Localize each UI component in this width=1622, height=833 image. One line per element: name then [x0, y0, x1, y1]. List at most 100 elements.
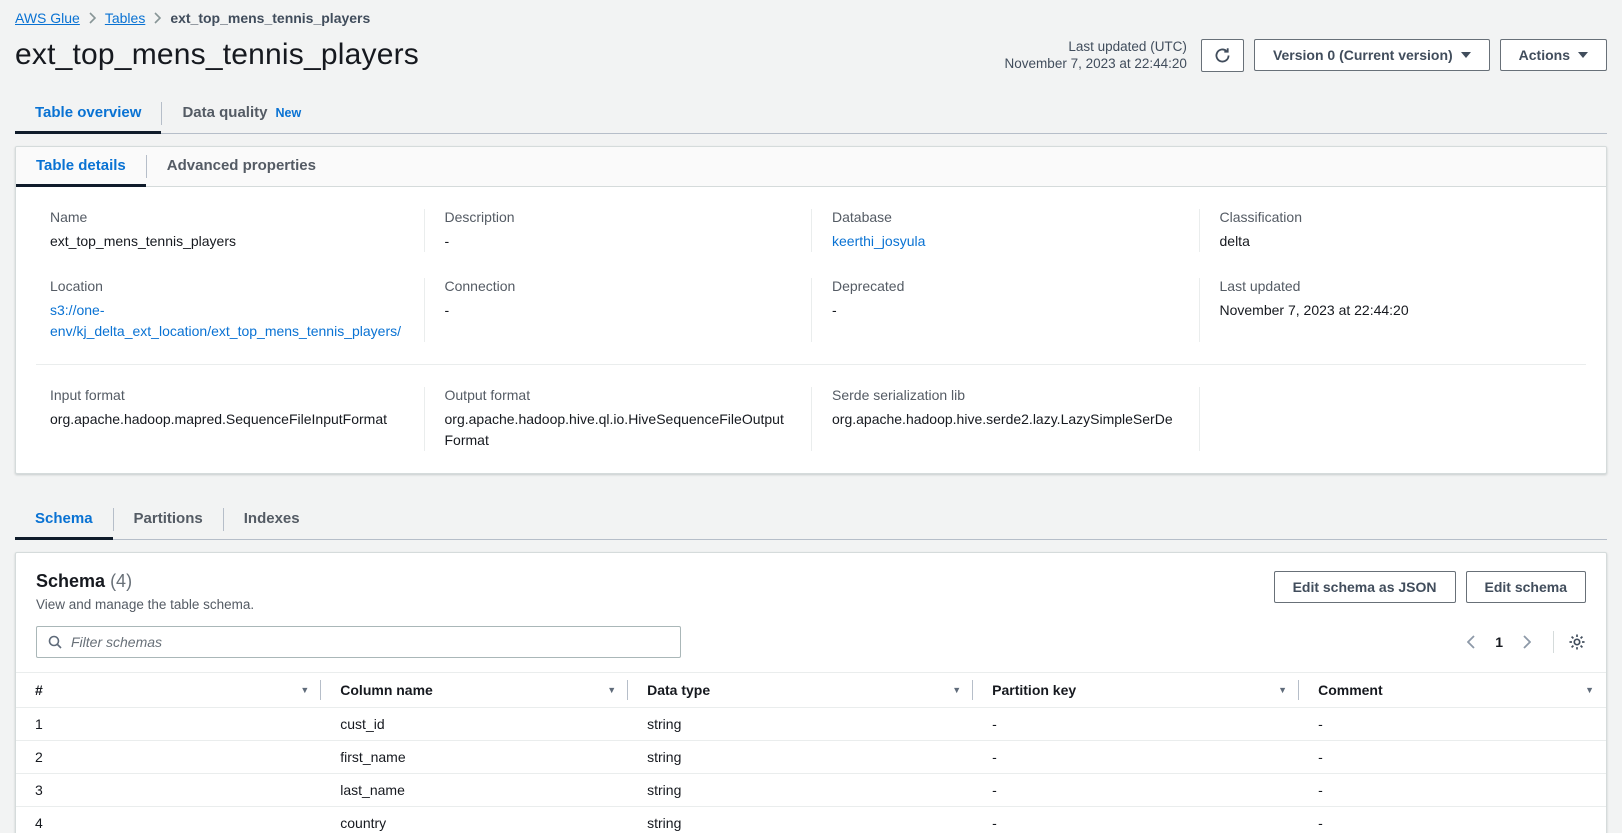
cell-comment: - [1299, 774, 1606, 807]
header-controls: Last updated (UTC) November 7, 2023 at 2… [1005, 38, 1607, 72]
tab-data-quality[interactable]: Data quality New [162, 94, 321, 133]
column-header-label: Comment [1318, 682, 1383, 698]
tab-advanced-properties[interactable]: Advanced properties [147, 147, 336, 186]
field-input-format-value: org.apache.hadoop.mapred.SequenceFileInp… [50, 409, 404, 430]
page-title: ext_top_mens_tennis_players [15, 38, 419, 72]
refresh-button[interactable] [1201, 39, 1244, 72]
tab-data-quality-label: Data quality [182, 104, 267, 121]
schema-tabs: Schema Partitions Indexes [15, 500, 1607, 540]
schema-title: Schema (4) [36, 571, 254, 592]
detail-tabs: Table details Advanced properties [16, 147, 1606, 187]
chevron-right-icon [89, 12, 96, 24]
filter-schemas-input[interactable] [71, 634, 670, 650]
field-last-updated-label: Last updated [1220, 278, 1567, 294]
breadcrumb-link-aws-glue[interactable]: AWS Glue [15, 10, 80, 26]
edit-schema-json-button[interactable]: Edit schema as JSON [1274, 571, 1456, 603]
column-header-label: Data type [647, 682, 710, 698]
field-description-label: Description [445, 209, 792, 225]
pagination: 1 [1459, 631, 1586, 653]
toolbar-divider [1553, 631, 1554, 653]
tab-partitions[interactable]: Partitions [114, 500, 223, 539]
actions-dropdown-label: Actions [1519, 47, 1570, 63]
format-section: Input format org.apache.hadoop.mapred.Se… [16, 365, 1606, 473]
cell-comment: - [1299, 708, 1606, 741]
field-output-format-value: org.apache.hadoop.hive.ql.io.HiveSequenc… [445, 409, 792, 451]
cell-data-type: string [628, 774, 973, 807]
last-updated-label: Last updated (UTC) [1005, 38, 1187, 55]
column-header-column-name: Column name ▼ [321, 673, 628, 708]
field-location-label: Location [50, 278, 404, 294]
cell-comment: - [1299, 807, 1606, 833]
field-name: Name ext_top_mens_tennis_players [36, 209, 424, 252]
cell-data-type: string [628, 741, 973, 774]
table-row: 3 last_name string - - [16, 774, 1606, 807]
actions-dropdown[interactable]: Actions [1500, 39, 1607, 71]
table-row: 1 cust_id string - - [16, 708, 1606, 741]
field-database: Database keerthi_josyula [811, 209, 1199, 252]
new-badge: New [275, 106, 301, 120]
page-number-button[interactable]: 1 [1487, 632, 1511, 652]
field-deprecated: Deprecated - [811, 278, 1199, 342]
location-link[interactable]: s3://one-env/kj_delta_ext_location/ext_t… [50, 302, 401, 339]
field-serde: Serde serialization lib org.apache.hadoo… [811, 387, 1199, 451]
column-header-data-type: Data type ▼ [628, 673, 973, 708]
cell-data-type: string [628, 708, 973, 741]
breadcrumb-link-tables[interactable]: Tables [105, 10, 145, 26]
caret-down-icon [1461, 52, 1471, 58]
field-deprecated-label: Deprecated [832, 278, 1179, 294]
field-empty [1199, 387, 1587, 451]
cell-number: 1 [16, 708, 321, 741]
field-input-format-label: Input format [50, 387, 404, 403]
cell-comment: - [1299, 741, 1606, 774]
field-deprecated-value: - [832, 300, 1179, 321]
column-header-label: Partition key [992, 682, 1076, 698]
field-connection: Connection - [424, 278, 812, 342]
schema-title-text: Schema [36, 571, 105, 591]
column-header-partition-key: Partition key ▼ [973, 673, 1299, 708]
search-icon [47, 634, 63, 650]
settings-button[interactable] [1568, 633, 1586, 651]
field-serde-value: org.apache.hadoop.hive.serde2.lazy.LazyS… [832, 409, 1179, 430]
tab-table-overview[interactable]: Table overview [15, 94, 161, 133]
refresh-icon [1214, 47, 1231, 64]
schema-table: #▼ Column name ▼ Data type ▼ Partition key… [16, 672, 1606, 833]
cell-number: 3 [16, 774, 321, 807]
tab-indexes[interactable]: Indexes [224, 500, 320, 539]
table-header-row: #▼ Column name ▼ Data type ▼ Partition key… [16, 673, 1606, 708]
cell-column-name: first_name [321, 741, 628, 774]
version-dropdown[interactable]: Version 0 (Current version) [1254, 39, 1490, 71]
field-serde-label: Serde serialization lib [832, 387, 1179, 403]
sort-caret-icon[interactable]: ▼ [950, 685, 963, 695]
last-updated-text: Last updated (UTC) November 7, 2023 at 2… [1005, 38, 1187, 72]
sort-caret-icon[interactable]: ▼ [298, 685, 311, 695]
cell-partition-key: - [973, 774, 1299, 807]
tab-table-details[interactable]: Table details [16, 147, 146, 186]
edit-schema-button[interactable]: Edit schema [1466, 571, 1586, 603]
column-header-comment: Comment ▼ [1299, 673, 1606, 708]
schema-actions: Edit schema as JSON Edit schema [1274, 571, 1586, 603]
gear-icon [1568, 633, 1586, 651]
cell-number: 4 [16, 807, 321, 833]
field-location: Location s3://one-env/kj_delta_ext_locat… [36, 278, 424, 342]
cell-column-name: country [321, 807, 628, 833]
previous-page-button[interactable] [1459, 631, 1483, 653]
next-page-button[interactable] [1515, 631, 1539, 653]
field-description: Description - [424, 209, 812, 252]
sort-caret-icon[interactable]: ▼ [605, 685, 618, 695]
database-link[interactable]: keerthi_josyula [832, 233, 925, 249]
schema-count: (4) [110, 571, 132, 591]
column-header-number: #▼ [16, 673, 321, 708]
cell-data-type: string [628, 807, 973, 833]
schema-card: Schema (4) View and manage the table sch… [15, 552, 1607, 833]
tab-schema[interactable]: Schema [15, 500, 113, 539]
schema-description: View and manage the table schema. [36, 597, 254, 612]
column-header-label: Column name [340, 682, 433, 698]
cell-partition-key: - [973, 807, 1299, 833]
field-last-updated: Last updated November 7, 2023 at 22:44:2… [1199, 278, 1587, 342]
field-output-format-label: Output format [445, 387, 792, 403]
sort-caret-icon[interactable]: ▼ [1276, 685, 1289, 695]
field-input-format: Input format org.apache.hadoop.mapred.Se… [36, 387, 424, 451]
sort-caret-icon[interactable]: ▼ [1583, 685, 1596, 695]
filter-box [36, 626, 681, 658]
details-section: Name ext_top_mens_tennis_players Descrip… [16, 187, 1606, 364]
